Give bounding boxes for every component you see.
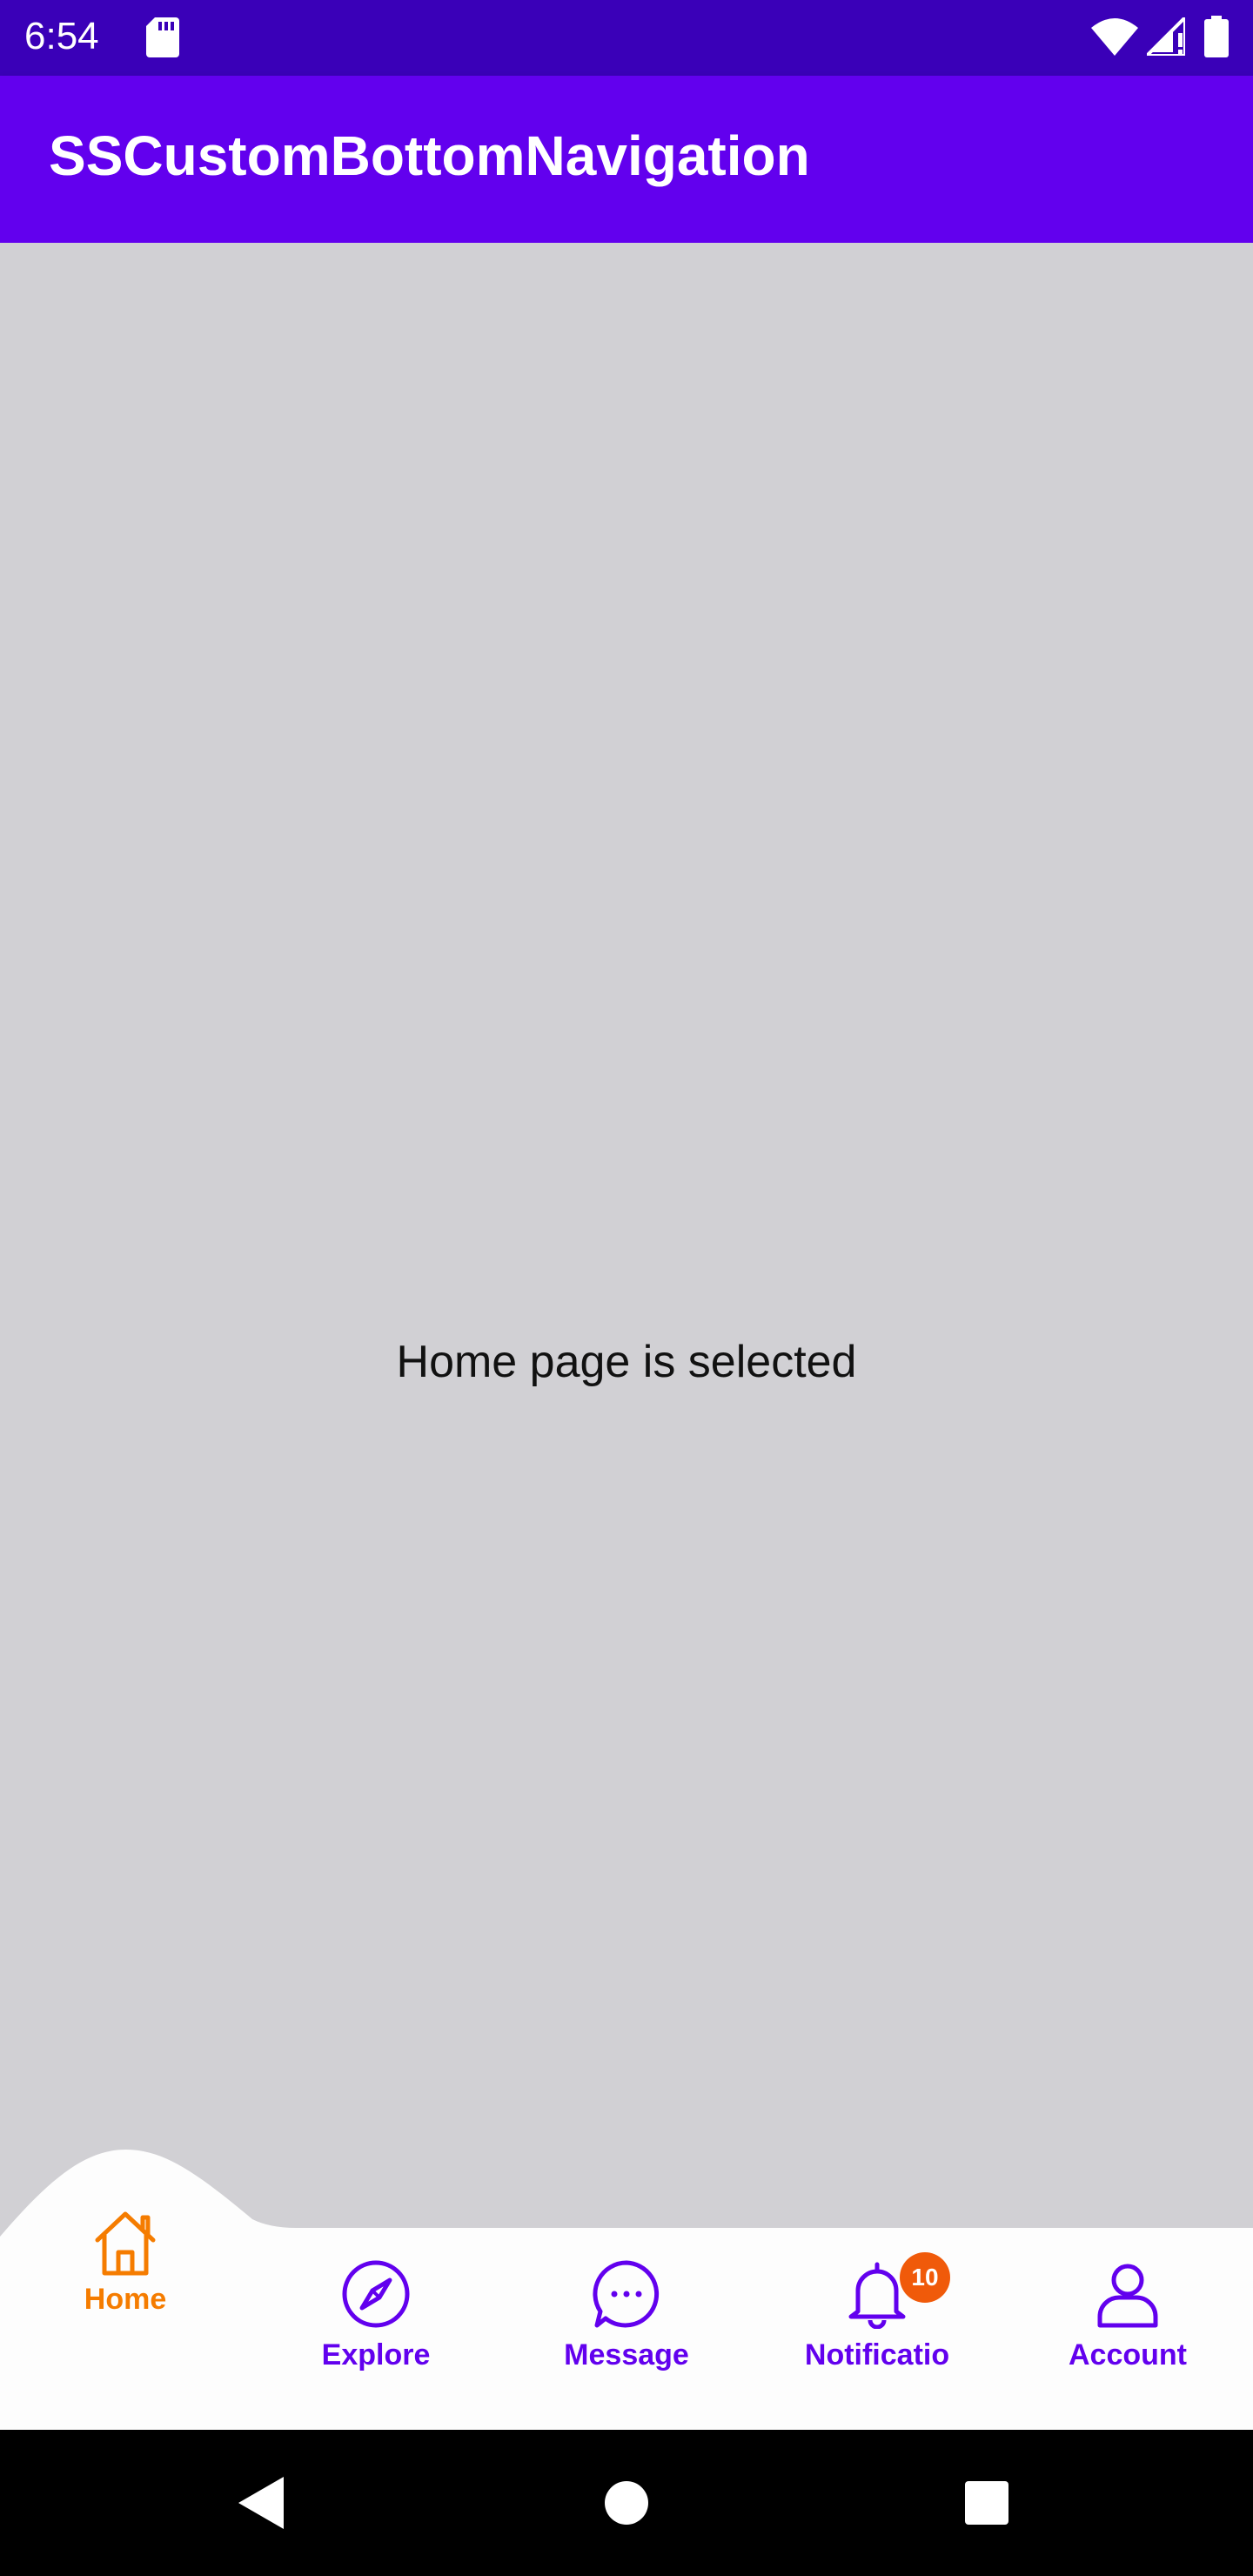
nav-label-explore: Explore xyxy=(321,2338,431,2371)
content-area: Home page is selected xyxy=(0,243,1253,2228)
recents-icon[interactable] xyxy=(964,2480,1009,2526)
status-time: 6:54 xyxy=(24,15,99,57)
nav-item-explore[interactable]: Explore xyxy=(251,2141,501,2371)
home-icon xyxy=(95,2211,156,2276)
nav-label-account: Account xyxy=(1069,2338,1187,2371)
nav-item-notifications[interactable]: Notificatio xyxy=(752,2141,1002,2371)
notification-badge: 10 xyxy=(900,2252,950,2303)
app-bar: SSCustomBottomNavigation xyxy=(0,76,1253,243)
wifi-icon xyxy=(1091,18,1138,56)
nav-label-message: Message xyxy=(564,2338,689,2371)
selected-page-text: Home page is selected xyxy=(396,1337,857,1387)
battery-icon xyxy=(1204,16,1229,57)
system-navigation-bar xyxy=(0,2430,1253,2576)
chat-bubble-icon xyxy=(593,2260,660,2328)
nav-item-account[interactable]: Account xyxy=(1002,2141,1253,2371)
sd-card-icon xyxy=(146,17,179,57)
nav-label-home: Home xyxy=(84,2283,167,2316)
nav-item-message[interactable]: Message xyxy=(501,2141,752,2371)
nav-label-notifications: Notificatio xyxy=(804,2338,950,2371)
back-icon[interactable] xyxy=(235,2475,287,2531)
person-icon xyxy=(1097,2264,1158,2328)
home-circle-icon[interactable] xyxy=(604,2480,649,2526)
bottom-navigation: Home Explore Message Notificatio Account xyxy=(0,2141,1253,2430)
status-bar: 6:54 xyxy=(0,0,1253,76)
nav-item-home[interactable]: Home xyxy=(0,2141,251,2350)
app-title: SSCustomBottomNavigation xyxy=(49,124,810,187)
signal-icon xyxy=(1147,17,1185,56)
compass-icon xyxy=(342,2260,410,2328)
